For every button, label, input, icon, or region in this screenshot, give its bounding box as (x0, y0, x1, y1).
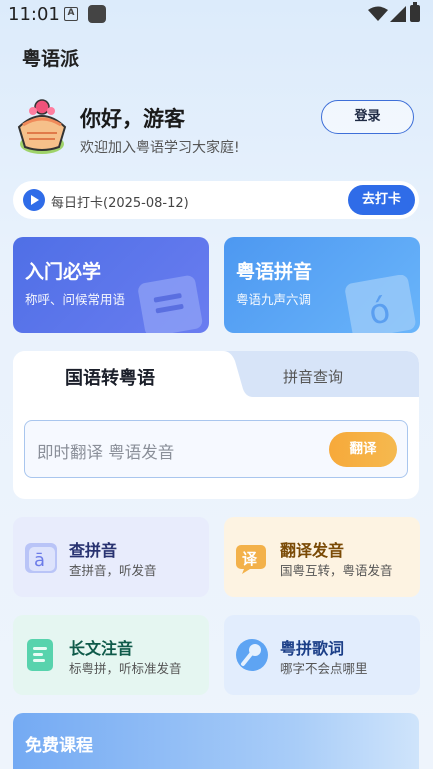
document-icon (27, 639, 53, 671)
card-pinyin[interactable]: 粤语拼音 粤语九声六调 ó (224, 237, 420, 333)
microphone-icon (236, 639, 268, 671)
battery-icon (410, 2, 420, 22)
card-title: 入门必学 (25, 261, 102, 283)
translate-icon: 译 (236, 545, 266, 574)
status-bar: 11:01 A (0, 0, 433, 30)
login-button[interactable]: 登录 (321, 100, 414, 134)
feature-title: 粤拼歌词 (280, 639, 345, 658)
feature-subtitle: 哪字不会点哪里 (280, 661, 368, 676)
checkin-button[interactable]: 去打卡 (348, 185, 415, 215)
notification-app-icon (88, 5, 106, 23)
book-icon (138, 275, 203, 333)
tab-mandarin-to-cantonese[interactable]: 国语转粤语 (13, 351, 218, 397)
card-beginner[interactable]: 入门必学 称呼、问候常用语 (13, 237, 209, 333)
daily-checkin-bar: 每日打卡(2025-08-12) 去打卡 (13, 181, 419, 219)
checkin-text: 每日打卡(2025-08-12) (51, 196, 189, 211)
feature-title: 查拼音 (69, 541, 118, 560)
svg-text:译: 译 (242, 550, 258, 568)
card-subtitle: 粤语九声六调 (236, 292, 312, 307)
feature-title: 翻译发音 (280, 541, 345, 560)
feature-cantonese-lyrics[interactable]: 粤拼歌词 哪字不会点哪里 (224, 615, 420, 695)
courses-title: 免费课程 (25, 736, 93, 756)
feature-translate-pronounce[interactable]: 译 翻译发音 国粤互转，粤语发音 (224, 517, 420, 597)
status-time: 11:01 (8, 4, 60, 25)
signal-icon (390, 6, 406, 22)
translate-input[interactable]: 即时翻译 粤语发音 翻译 (24, 420, 408, 478)
input-placeholder: 即时翻译 粤语发音 (37, 443, 175, 462)
pinyin-icon: ā (25, 543, 57, 573)
free-courses-banner[interactable]: 免费课程 (13, 713, 419, 769)
feature-subtitle: 查拼音，听发音 (69, 563, 157, 578)
play-icon[interactable] (23, 189, 45, 211)
wifi-icon (368, 6, 388, 21)
feature-subtitle: 标粤拼，听标准发音 (69, 661, 182, 676)
card-title: 粤语拼音 (236, 261, 313, 283)
greeting-text: 你好，游客 (80, 107, 185, 131)
feature-long-text-annotation[interactable]: 长文注音 标粤拼，听标准发音 (13, 615, 209, 695)
translate-panel: 国语转粤语 拼音查询 即时翻译 粤语发音 翻译 (13, 351, 419, 499)
card-subtitle: 称呼、问候常用语 (25, 292, 126, 307)
app-title: 粤语派 (22, 48, 80, 70)
tab-divider (213, 351, 253, 397)
svg-text:ā: ā (34, 550, 45, 571)
notification-a-icon: A (64, 7, 78, 21)
feature-title: 长文注音 (69, 639, 134, 658)
tab-label: 国语转粤语 (65, 368, 155, 389)
feature-pinyin-lookup[interactable]: ā 查拼音 查拼音，听发音 (13, 517, 209, 597)
translate-button[interactable]: 翻译 (329, 432, 397, 467)
avatar-cake-icon[interactable] (13, 97, 71, 155)
feature-subtitle: 国粤互转，粤语发音 (280, 563, 393, 578)
pinyin-card-icon: ó (345, 275, 416, 333)
welcome-text: 欢迎加入粤语学习大家庭! (80, 140, 240, 156)
tab-pinyin-lookup[interactable]: 拼音查询 (283, 366, 343, 387)
